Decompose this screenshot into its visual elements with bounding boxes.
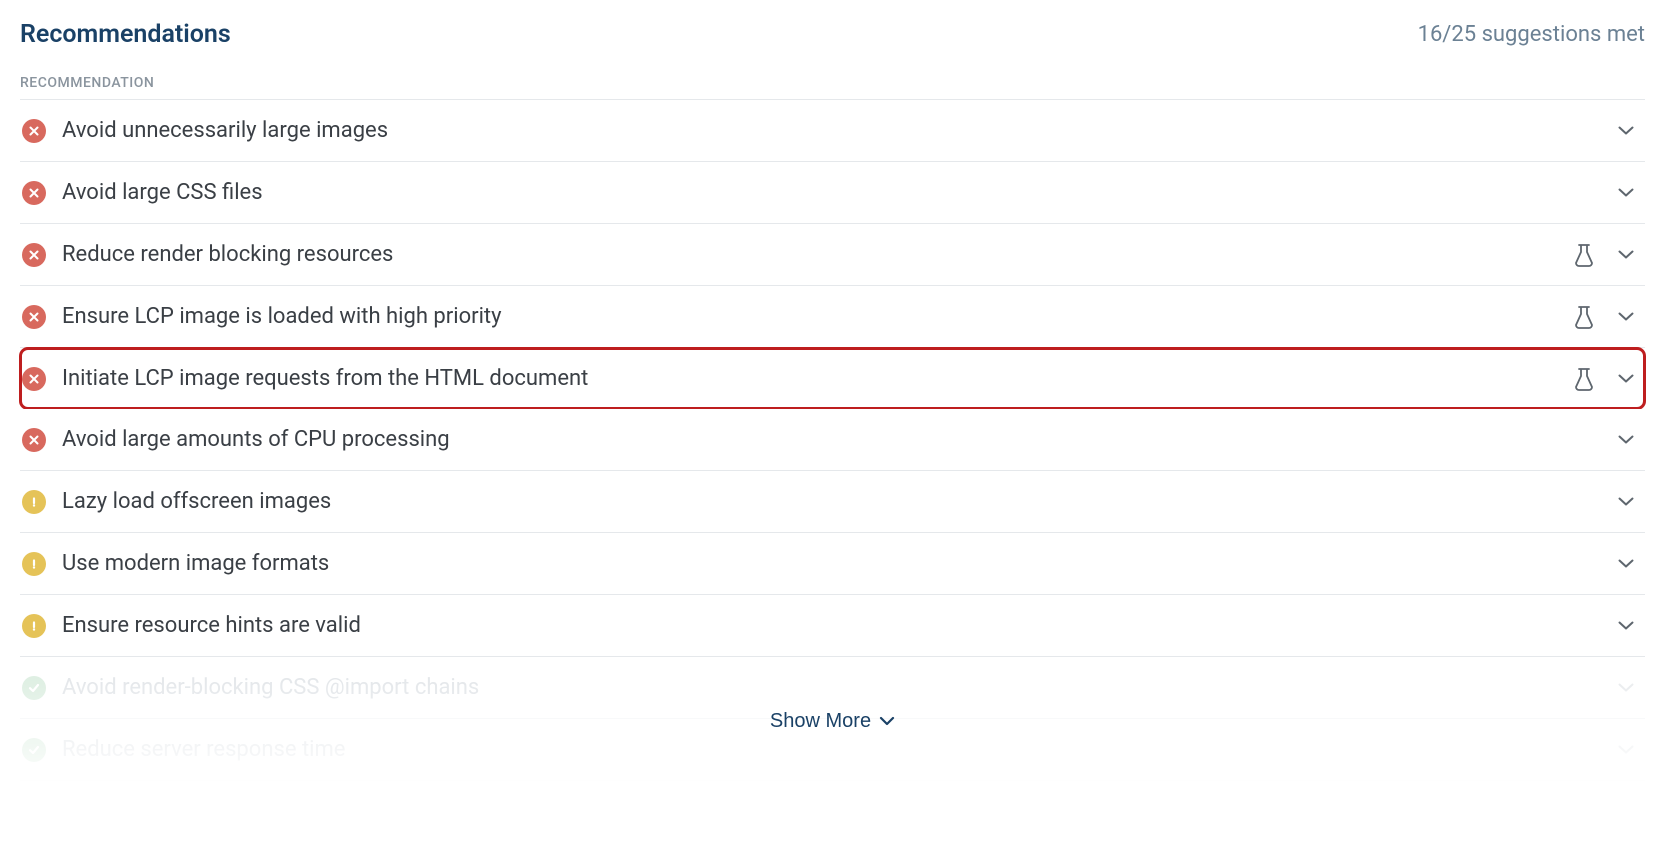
recommendation-row[interactable]: Ensure resource hints are valid <box>20 595 1645 657</box>
beaker-icon <box>1573 243 1595 267</box>
recommendation-row[interactable]: Reduce render blocking resources <box>20 224 1645 286</box>
chevron-down-icon <box>1617 187 1635 198</box>
recommendation-label: Ensure LCP image is loaded with high pri… <box>62 304 1557 329</box>
recommendation-row[interactable]: Use modern image formats <box>20 533 1645 595</box>
exclamation-circle-icon <box>22 614 46 638</box>
row-actions <box>1617 434 1645 445</box>
chevron-down-icon <box>1617 249 1635 260</box>
row-actions <box>1573 305 1645 329</box>
row-actions <box>1573 243 1645 267</box>
x-circle-icon <box>22 305 46 329</box>
check-circle-icon <box>22 676 46 700</box>
row-actions <box>1617 620 1645 631</box>
x-circle-icon <box>22 428 46 452</box>
row-actions <box>1617 558 1645 569</box>
recommendation-label: Lazy load offscreen images <box>62 489 1601 514</box>
recommendation-row[interactable]: Avoid unnecessarily large images <box>20 100 1645 162</box>
recommendation-row[interactable]: Ensure LCP image is loaded with high pri… <box>20 286 1645 348</box>
recommendation-row[interactable]: Lazy load offscreen images <box>20 471 1645 533</box>
row-actions <box>1617 682 1645 693</box>
recommendation-label: Avoid large amounts of CPU processing <box>62 427 1601 452</box>
chevron-down-icon <box>1617 125 1635 136</box>
chevron-down-icon <box>1617 496 1635 507</box>
suggestions-met-count: 16/25 suggestions met <box>1418 22 1645 47</box>
chevron-down-icon <box>1617 558 1635 569</box>
chevron-down-icon <box>1617 682 1635 693</box>
recommendation-row[interactable]: Avoid large CSS files <box>20 162 1645 224</box>
row-actions <box>1617 496 1645 507</box>
x-circle-icon <box>22 243 46 267</box>
chevron-down-icon <box>1617 434 1635 445</box>
row-actions <box>1617 744 1645 755</box>
chevron-down-icon <box>1617 744 1635 755</box>
recommendations-list: Avoid unnecessarily large images Avoid la… <box>20 99 1645 657</box>
beaker-icon <box>1573 305 1595 329</box>
check-circle-icon <box>22 738 46 762</box>
recommendation-label: Ensure resource hints are valid <box>62 613 1601 638</box>
chevron-down-icon <box>879 716 895 726</box>
section-title: Recommendations <box>20 20 231 49</box>
x-circle-icon <box>22 367 46 391</box>
exclamation-circle-icon <box>22 552 46 576</box>
recommendation-label: Initiate LCP image requests from the HTM… <box>62 366 1557 391</box>
row-actions <box>1617 125 1645 136</box>
recommendation-label: Avoid unnecessarily large images <box>62 118 1601 143</box>
exclamation-circle-icon <box>22 490 46 514</box>
recommendation-label: Reduce render blocking resources <box>62 242 1557 267</box>
recommendation-label: Avoid render-blocking CSS @import chains <box>62 675 1601 700</box>
recommendation-row[interactable]: Avoid large amounts of CPU processing <box>20 409 1645 471</box>
passed-recommendations-area: Avoid render-blocking CSS @import chains… <box>20 657 1645 781</box>
row-actions <box>1573 367 1645 391</box>
chevron-down-icon <box>1617 620 1635 631</box>
recommendation-label: Avoid large CSS files <box>62 180 1601 205</box>
column-header: RECOMMENDATION <box>20 75 1645 91</box>
x-circle-icon <box>22 181 46 205</box>
row-actions <box>1617 187 1645 198</box>
x-circle-icon <box>22 119 46 143</box>
show-more-label: Show More <box>770 710 871 733</box>
recommendation-row[interactable]: Initiate LCP image requests from the HTM… <box>20 348 1645 409</box>
chevron-down-icon <box>1617 373 1635 384</box>
show-more-button[interactable]: Show More <box>770 710 895 733</box>
recommendation-label: Use modern image formats <box>62 551 1601 576</box>
chevron-down-icon <box>1617 311 1635 322</box>
beaker-icon <box>1573 367 1595 391</box>
